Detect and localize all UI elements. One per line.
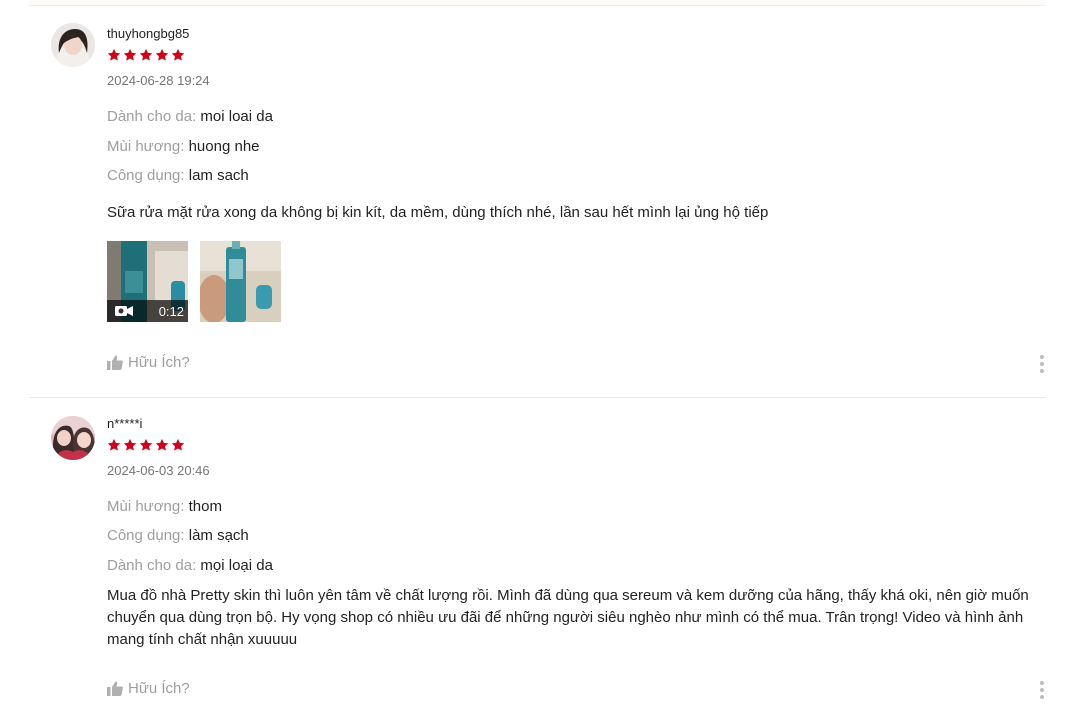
rating-stars bbox=[107, 48, 185, 62]
star-icon bbox=[107, 438, 121, 451]
attribute-value: thom bbox=[188, 498, 222, 515]
review-date: 2024-06-28 19:24 bbox=[107, 73, 210, 88]
reviewer-username[interactable]: n*****i bbox=[107, 416, 142, 431]
attribute-label: Dành cho da: bbox=[107, 108, 197, 125]
more-options-icon[interactable] bbox=[1039, 355, 1045, 373]
helpful-label: Hữu Ích? bbox=[128, 680, 190, 697]
helpful-button[interactable]: Hữu Ích? bbox=[107, 680, 190, 697]
video-overlay: 0:12 bbox=[107, 300, 188, 322]
attribute-row: Công dụng: lam sach bbox=[107, 167, 249, 184]
avatar[interactable] bbox=[51, 416, 95, 460]
star-icon bbox=[155, 48, 169, 61]
review-item: thuyhongbg85 2024-06-28 19:24 Dành cho d… bbox=[29, 6, 1045, 398]
star-icon bbox=[171, 48, 185, 61]
star-icon bbox=[123, 438, 137, 451]
review-text: Sữa rửa mặt rửa xong da không bị kin kít… bbox=[107, 204, 769, 221]
attribute-label: Công dụng: bbox=[107, 167, 185, 184]
attribute-value: moi loai da bbox=[200, 108, 273, 125]
attribute-value: làm sạch bbox=[188, 527, 249, 544]
attribute-row: Công dụng: làm sạch bbox=[107, 527, 249, 544]
attribute-value: lam sach bbox=[188, 167, 249, 184]
star-icon bbox=[139, 438, 153, 451]
video-camera-icon bbox=[115, 306, 133, 316]
review-image-thumbnail[interactable] bbox=[200, 241, 281, 322]
thumbs-up-icon bbox=[107, 681, 123, 696]
helpful-label: Hữu Ích? bbox=[128, 354, 190, 371]
attribute-row: Mùi hương: thom bbox=[107, 498, 222, 515]
star-icon bbox=[123, 48, 137, 61]
review-text: Mua đồ nhà Pretty skin thì luôn yên tâm … bbox=[107, 587, 1029, 648]
attribute-value: huong nhe bbox=[188, 138, 260, 155]
review-video-thumbnail[interactable]: 0:12 bbox=[107, 241, 188, 322]
attribute-label: Mùi hương: bbox=[107, 498, 185, 515]
attribute-label: Mùi hương: bbox=[107, 138, 185, 155]
attribute-label: Dành cho da: bbox=[107, 557, 197, 574]
review-date: 2024-06-03 20:46 bbox=[107, 463, 210, 478]
review-item: n*****i 2024-06-03 20:46 Mùi hương: thom… bbox=[29, 398, 1045, 714]
thumbs-up-icon bbox=[107, 355, 123, 370]
star-icon bbox=[171, 438, 185, 451]
attribute-row: Dành cho da: moi loai da bbox=[107, 108, 273, 125]
attribute-value: mọi loại da bbox=[200, 557, 273, 574]
more-options-icon[interactable] bbox=[1039, 681, 1045, 699]
attribute-label: Công dụng: bbox=[107, 527, 185, 544]
avatar[interactable] bbox=[51, 23, 95, 67]
rating-stars bbox=[107, 438, 185, 452]
attribute-row: Dành cho da: mọi loại da bbox=[107, 557, 273, 574]
helpful-button[interactable]: Hữu Ích? bbox=[107, 354, 190, 371]
star-icon bbox=[139, 48, 153, 61]
review-photo bbox=[200, 241, 281, 322]
star-icon bbox=[155, 438, 169, 451]
attribute-row: Mùi hương: huong nhe bbox=[107, 138, 260, 155]
star-icon bbox=[107, 48, 121, 61]
reviewer-username[interactable]: thuyhongbg85 bbox=[107, 26, 189, 41]
video-duration: 0:12 bbox=[158, 303, 184, 319]
